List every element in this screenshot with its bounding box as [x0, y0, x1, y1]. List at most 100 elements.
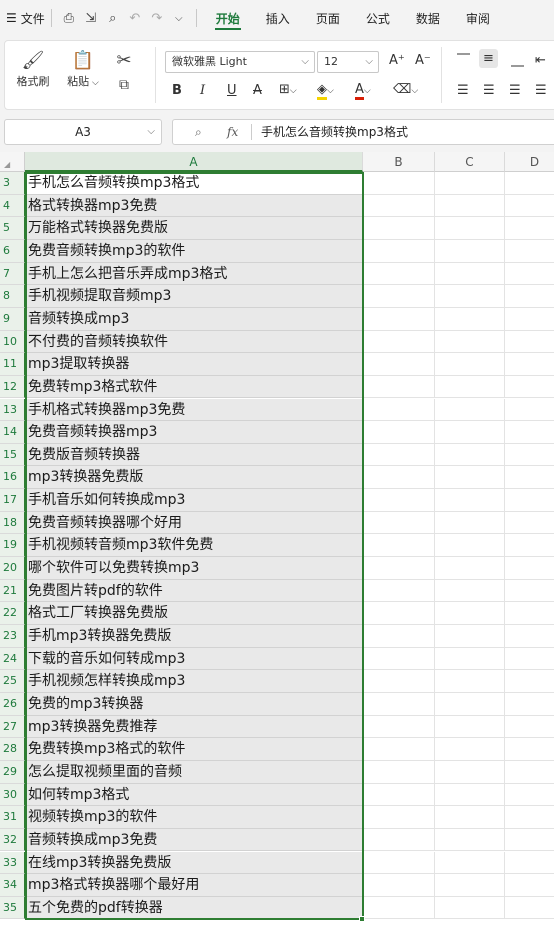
cell-c[interactable] — [435, 760, 505, 784]
font-name-select[interactable]: 微软雅黑 Light ⌵ — [165, 51, 315, 73]
undo-icon[interactable]: ↶ — [124, 11, 146, 26]
justify-icon[interactable]: ☰ — [535, 83, 547, 98]
cell-b[interactable] — [363, 896, 435, 920]
cell-b[interactable] — [363, 262, 435, 286]
cell-b[interactable] — [363, 783, 435, 807]
column-header-c[interactable]: C — [435, 152, 505, 172]
align-center-icon[interactable]: ☰ — [483, 83, 495, 98]
cell-b[interactable] — [363, 398, 435, 422]
row-header[interactable]: 33 — [0, 851, 25, 875]
cell-b[interactable] — [363, 172, 435, 195]
strikethrough-button[interactable]: A — [253, 83, 262, 98]
cell-b[interactable] — [363, 806, 435, 829]
fill-color-button[interactable]: ◈⌵ — [317, 82, 334, 100]
cell-c[interactable] — [435, 738, 505, 761]
cell-b[interactable] — [363, 715, 435, 739]
cell-c[interactable] — [435, 285, 505, 308]
row-header[interactable]: 18 — [0, 511, 25, 535]
cell-c[interactable] — [435, 715, 505, 739]
cell-c[interactable] — [435, 172, 505, 195]
cell-b[interactable] — [363, 443, 435, 467]
cell-d[interactable] — [505, 376, 554, 399]
cell-a[interactable]: mp3转换器免费版 — [25, 466, 363, 490]
row-header[interactable]: 11 — [0, 353, 25, 376]
row-header[interactable]: 29 — [0, 760, 25, 784]
row-header[interactable]: 16 — [0, 466, 25, 490]
cell-c[interactable] — [435, 375, 505, 399]
shrink-font-button[interactable]: A⁻ — [415, 53, 431, 68]
tab-5[interactable]: 审阅 — [453, 0, 503, 36]
row-header[interactable]: 25 — [0, 670, 25, 693]
cell-a[interactable]: 手机视频转音频mp3软件免费 — [25, 534, 363, 558]
cell-b[interactable] — [363, 285, 435, 308]
cell-a[interactable]: 免费音频转换mp3的软件 — [25, 239, 363, 263]
row-header[interactable]: 21 — [0, 579, 25, 603]
active-cell[interactable]: 手机怎么音频转换mp3格式 — [25, 172, 363, 195]
align-bottom-icon[interactable]: ⎽ — [511, 53, 524, 68]
underline-button[interactable]: U — [227, 83, 237, 98]
row-header[interactable]: 23 — [0, 625, 25, 648]
cell-d[interactable] — [505, 353, 554, 376]
cell-a[interactable]: 不付费的音频转换软件 — [25, 330, 363, 354]
tab-4[interactable]: 数据 — [403, 0, 453, 36]
cell-d[interactable] — [505, 580, 554, 603]
cell-c[interactable] — [435, 647, 505, 671]
cell-b[interactable] — [363, 307, 435, 331]
cell-c[interactable] — [435, 398, 505, 422]
cell-d[interactable] — [505, 625, 554, 648]
cell-d[interactable] — [505, 716, 554, 739]
select-all-corner[interactable]: ◢ — [0, 152, 25, 172]
row-header[interactable]: 12 — [0, 375, 25, 399]
column-header-a[interactable]: A — [25, 152, 363, 172]
row-header[interactable]: 27 — [0, 715, 25, 739]
zoom-icon[interactable]: ⌕ — [195, 120, 202, 144]
cell-d[interactable] — [505, 466, 554, 490]
cell-a[interactable]: 免费的mp3转换器 — [25, 692, 363, 716]
cell-c[interactable] — [435, 489, 505, 512]
row-header[interactable]: 22 — [0, 602, 25, 625]
row-header[interactable]: 5 — [0, 217, 25, 240]
cell-c[interactable] — [435, 851, 505, 875]
cell-c[interactable] — [435, 602, 505, 625]
cell-d[interactable] — [505, 534, 554, 558]
row-header[interactable]: 3 — [0, 172, 25, 195]
cell-c[interactable] — [435, 262, 505, 286]
row-header[interactable]: 28 — [0, 738, 25, 761]
cell-d[interactable] — [505, 557, 554, 580]
cell-d[interactable] — [505, 263, 554, 286]
row-header[interactable]: 7 — [0, 262, 25, 286]
cell-d[interactable] — [505, 172, 554, 195]
cell-c[interactable] — [435, 307, 505, 331]
row-header[interactable]: 19 — [0, 534, 25, 558]
row-header[interactable]: 17 — [0, 489, 25, 512]
cell-a[interactable]: 怎么提取视频里面的音频 — [25, 760, 363, 784]
cell-b[interactable] — [363, 557, 435, 580]
cell-b[interactable] — [363, 466, 435, 490]
file-menu-label[interactable]: 文件 — [21, 10, 45, 27]
cell-b[interactable] — [363, 625, 435, 648]
hamburger-menu[interactable]: ☰ 文件 — [0, 0, 45, 36]
cell-a[interactable]: mp3转换器免费推荐 — [25, 715, 363, 739]
cell-d[interactable] — [505, 806, 554, 829]
row-header[interactable]: 34 — [0, 874, 25, 897]
cell-d[interactable] — [505, 829, 554, 852]
cut-button[interactable]: ✂ ⧉ — [109, 49, 139, 97]
cell-a[interactable]: 下载的音乐如何转成mp3 — [25, 647, 363, 671]
cell-c[interactable] — [435, 670, 505, 693]
cell-c[interactable] — [435, 896, 505, 920]
cell-d[interactable] — [505, 399, 554, 422]
cell-d[interactable] — [505, 874, 554, 897]
cell-c[interactable] — [435, 466, 505, 490]
cell-b[interactable] — [363, 828, 435, 852]
cell-b[interactable] — [363, 760, 435, 784]
cell-d[interactable] — [505, 308, 554, 331]
cell-a[interactable]: 哪个软件可以免费转换mp3 — [25, 557, 363, 580]
cell-d[interactable] — [505, 693, 554, 716]
cell-d[interactable] — [505, 489, 554, 512]
cell-c[interactable] — [435, 421, 505, 444]
cell-a[interactable]: 万能格式转换器免费版 — [25, 217, 363, 240]
cell-a[interactable]: 如何转mp3格式 — [25, 783, 363, 807]
cell-b[interactable] — [363, 217, 435, 240]
cell-b[interactable] — [363, 738, 435, 761]
cell-d[interactable] — [505, 784, 554, 807]
